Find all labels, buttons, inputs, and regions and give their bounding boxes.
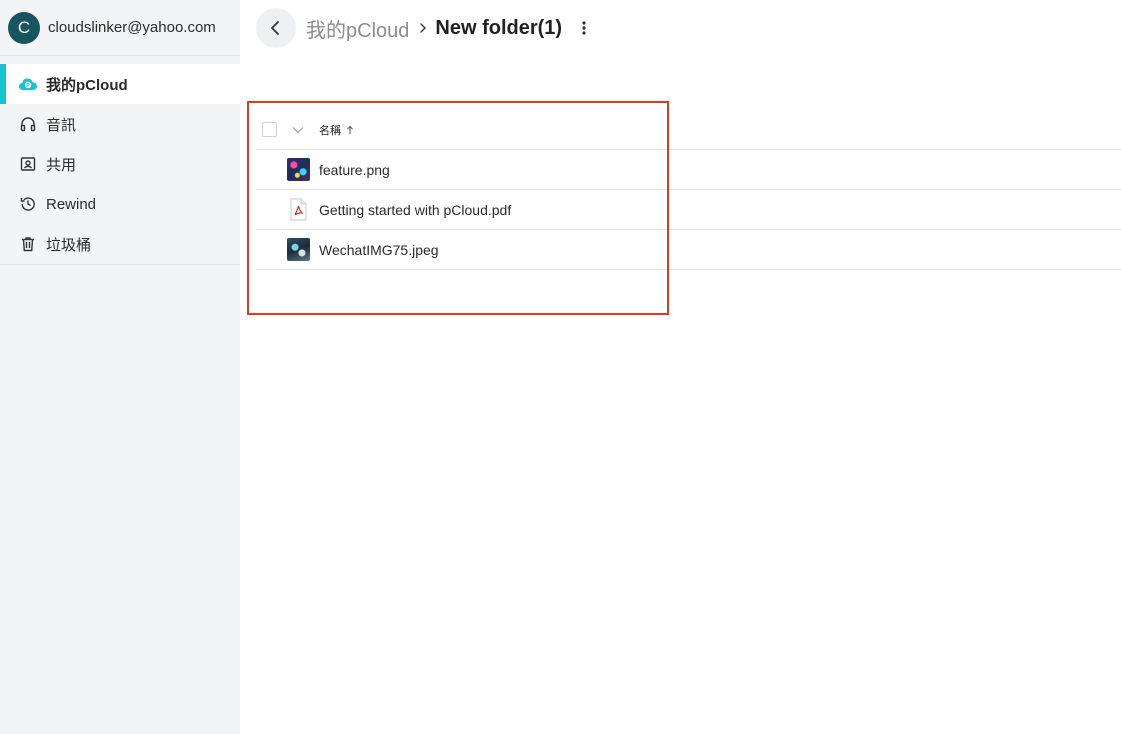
sidebar-item-label: 我的pCloud (46, 76, 128, 94)
list-item[interactable]: Getting started with pCloud.pdf (256, 190, 1121, 230)
account-email[interactable]: cloudslinker@yahoo.com (48, 19, 216, 36)
pdf-file-icon (287, 198, 310, 221)
breadcrumb: 我的pCloud New folder(1) (256, 8, 594, 48)
trash-icon (18, 234, 38, 254)
list-item[interactable]: feature.png (256, 150, 1121, 190)
file-name[interactable]: Getting started with pCloud.pdf (319, 202, 511, 218)
image-thumbnail (287, 238, 310, 261)
image-thumbnail (287, 158, 310, 181)
sort-ascending-icon[interactable] (346, 124, 356, 136)
list-item[interactable]: WechatIMG75.jpeg (256, 230, 1121, 270)
app-window: C cloudslinker@yahoo.com P 我的pCloud 音訊 共… (0, 0, 1121, 734)
list-header: 名稱 (256, 110, 1121, 150)
sidebar-item-shared[interactable]: 共用 (0, 144, 240, 184)
avatar[interactable]: C (8, 11, 40, 44)
account-header[interactable]: C cloudslinker@yahoo.com (0, 0, 240, 56)
sidebar-item-audio[interactable]: 音訊 (0, 104, 240, 144)
file-name[interactable]: feature.png (319, 162, 390, 178)
file-name[interactable]: WechatIMG75.jpeg (319, 242, 439, 258)
breadcrumb-root-link[interactable]: 我的pCloud (306, 14, 409, 43)
sidebar-item-my-pcloud[interactable]: P 我的pCloud (0, 64, 240, 104)
sidebar: C cloudslinker@yahoo.com P 我的pCloud 音訊 共… (0, 0, 240, 734)
file-list: 名稱 feature.png Getting started with pClo… (256, 110, 1121, 270)
sidebar-item-trash[interactable]: 垃圾桶 (0, 224, 240, 264)
chevron-left-icon (271, 21, 279, 35)
page-title: New folder(1) (435, 16, 563, 39)
sidebar-item-label: 音訊 (46, 116, 77, 134)
back-button[interactable] (256, 8, 296, 48)
sidebar-item-rewind[interactable]: Rewind (0, 184, 240, 224)
more-vertical-icon (582, 21, 586, 35)
select-all-checkbox[interactable] (262, 122, 277, 137)
chevron-down-icon[interactable] (291, 123, 305, 137)
more-options-button[interactable] (574, 14, 594, 42)
column-header-name[interactable]: 名稱 (319, 122, 341, 138)
chevron-right-icon (417, 22, 429, 34)
sidebar-item-label: Rewind (46, 195, 97, 213)
shared-contact-icon (18, 154, 38, 174)
sidebar-nav: P 我的pCloud 音訊 共用 Rewind 垃圾桶 (0, 64, 240, 265)
headphones-icon (18, 114, 38, 134)
sidebar-item-label: 垃圾桶 (46, 236, 92, 254)
rewind-history-icon (18, 194, 38, 214)
sidebar-item-label: 共用 (46, 156, 77, 174)
pcloud-cloud-icon: P (18, 74, 38, 94)
